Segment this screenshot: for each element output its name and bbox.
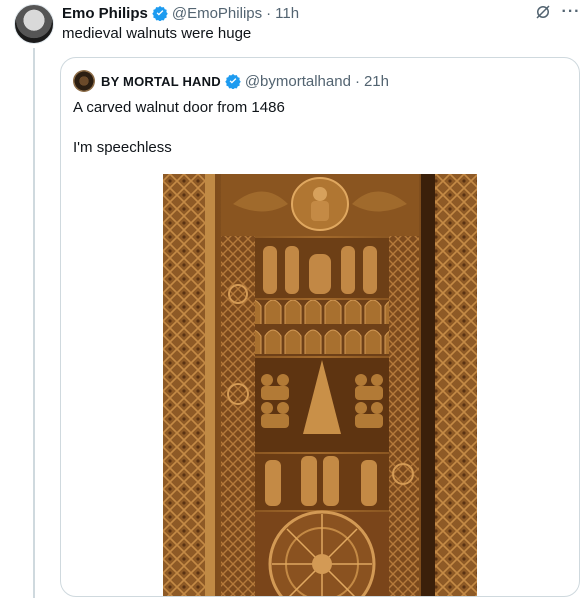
quoted-author-handle: @bymortalhand <box>244 72 351 90</box>
tweet-header: Emo Philips @EmoPhilips · 11h <box>62 3 299 23</box>
quoted-tweet-text: A carved walnut door from 1486 I'm speec… <box>73 98 285 158</box>
quoted-text-line-2: I'm speechless <box>73 139 172 156</box>
carved-door-image[interactable] <box>163 174 477 596</box>
tweet-text: medieval walnuts were huge <box>62 25 252 42</box>
quoted-author-name: BY MORTAL HAND <box>101 73 221 89</box>
verified-badge-icon <box>152 5 168 21</box>
author-avatar[interactable] <box>14 4 54 44</box>
separator-dot: · <box>354 72 360 90</box>
tweet-timestamp[interactable]: 11h <box>275 5 299 22</box>
separator-dot: · <box>266 4 272 22</box>
verified-badge-icon <box>225 73 241 89</box>
more-options-icon[interactable]: ··· <box>560 2 582 22</box>
author-name[interactable]: Emo Philips <box>62 5 148 22</box>
quoted-author-avatar <box>73 70 95 92</box>
quoted-tweet-header: BY MORTAL HAND @bymortalhand · 21h <box>101 71 389 91</box>
quoted-tweet-timestamp: 21h <box>363 72 389 90</box>
grok-icon[interactable] <box>533 2 553 22</box>
thread-line <box>33 48 35 598</box>
quoted-tweet-card[interactable]: BY MORTAL HAND @bymortalhand · 21h A car… <box>60 57 580 597</box>
author-handle[interactable]: @EmoPhilips <box>172 5 262 22</box>
quoted-text-line-1: A carved walnut door from 1486 <box>73 99 285 116</box>
